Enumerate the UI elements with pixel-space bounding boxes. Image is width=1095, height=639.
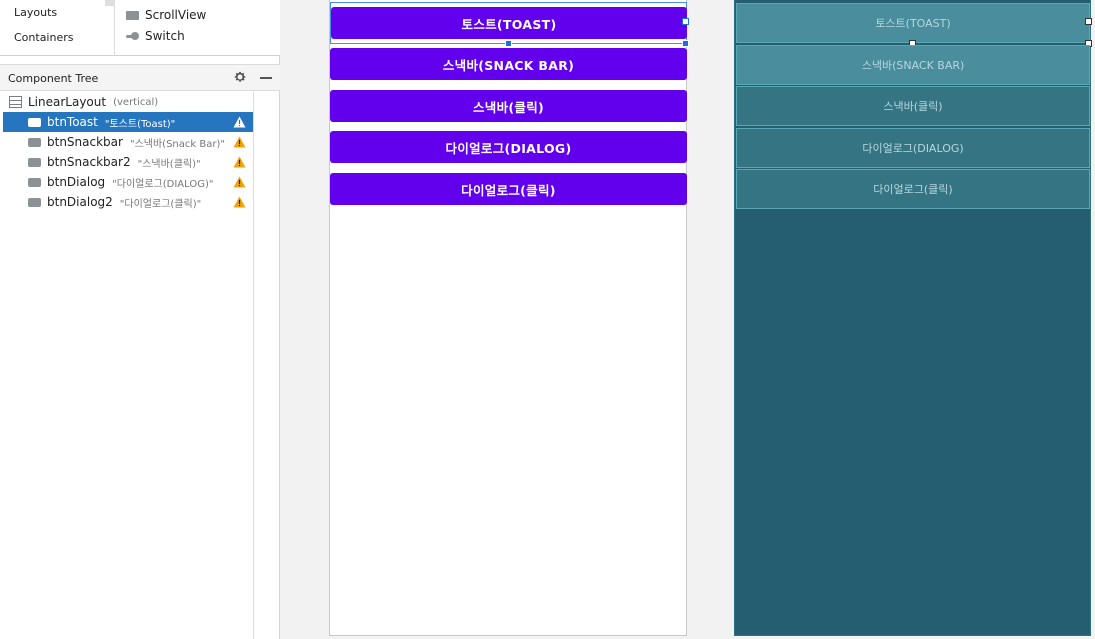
tree-row-btnsnackbar[interactable]: btnSnackbar "스낵바(Snack Bar)" [3, 132, 253, 152]
component-tree-header: Component Tree [0, 64, 280, 91]
design-button-toast[interactable]: 토스트(TOAST) [331, 7, 687, 39]
tree-row-btndialog[interactable]: btnDialog "다이얼로그(DIALOG)" [3, 172, 253, 192]
palette-item-switch[interactable]: Switch [126, 29, 185, 43]
tree-node-text: "다이얼로그(DIALOG)" [112, 178, 214, 190]
warning-icon[interactable] [233, 116, 246, 128]
component-tree: LinearLayout (vertical) btnToast "토스트(To… [0, 92, 254, 639]
blueprint-handle-right[interactable] [1085, 18, 1092, 25]
scrollview-icon [126, 10, 139, 20]
tree-node-text: "토스트(Toast)" [104, 118, 176, 130]
palette-category-containers[interactable]: Containers [14, 31, 74, 44]
palette-category-layouts[interactable]: Layouts [14, 6, 57, 19]
button-icon [28, 157, 41, 167]
warning-icon[interactable] [233, 196, 246, 208]
design-button-snackbar2[interactable]: 스낵바(클릭) [330, 90, 687, 122]
palette-item-label: ScrollView [145, 8, 207, 22]
palette-item-scrollview[interactable]: ScrollView [126, 8, 206, 22]
palette-item-label: Switch [145, 29, 185, 43]
resize-handle-bottom-right[interactable] [682, 40, 689, 47]
warning-icon[interactable] [233, 156, 246, 168]
tree-node-id: btnDialog2 [47, 195, 113, 209]
tree-node-text: "다이얼로그(클릭)" [119, 198, 202, 210]
tree-node-id: btnSnackbar [47, 135, 123, 149]
design-button-dialog[interactable]: 다이얼로그(DIALOG) [330, 131, 687, 163]
warning-icon[interactable] [233, 176, 246, 188]
button-icon [28, 137, 41, 147]
tree-row-btndialog2[interactable]: btnDialog2 "다이얼로그(클릭)" [3, 192, 253, 212]
palette-categories: Layouts Containers [0, 0, 115, 56]
switch-icon [126, 31, 139, 41]
tree-node-text: "스낵바(클릭)" [137, 158, 201, 170]
component-tree-title: Component Tree [8, 72, 99, 85]
tree-row-btntoast[interactable]: btnToast "토스트(Toast)" [3, 112, 253, 132]
blueprint-button-dialog2[interactable]: 다이얼로그(클릭) [736, 169, 1090, 209]
tree-node-id: btnSnackbar2 [47, 155, 131, 169]
tree-row-btnsnackbar2[interactable]: btnSnackbar2 "스낵바(클릭)" [3, 152, 253, 172]
tree-node-id: btnToast [47, 115, 98, 129]
tree-node-id: LinearLayout [28, 95, 107, 109]
tree-node-hint: (vertical) [113, 96, 159, 108]
palette-items: ScrollView Switch [115, 0, 280, 56]
palette-panel: Layouts Containers ScrollView Switch [0, 0, 280, 56]
blueprint-button-snackbar[interactable]: 스낵바(SNACK BAR) [736, 45, 1090, 85]
button-icon [28, 117, 41, 127]
palette-scrollbar[interactable] [105, 0, 115, 6]
button-icon [28, 197, 41, 207]
button-icon [28, 177, 41, 187]
warning-icon[interactable] [233, 136, 246, 148]
linearlayout-icon [9, 96, 22, 108]
tree-node-id: btnDialog [47, 175, 106, 189]
tree-row-linearlayout[interactable]: LinearLayout (vertical) [9, 92, 259, 112]
blueprint-button-dialog[interactable]: 다이얼로그(DIALOG) [736, 128, 1090, 168]
design-button-dialog2[interactable]: 다이얼로그(클릭) [330, 173, 687, 205]
design-surface[interactable]: 토스트(TOAST) 스낵바(SNACK BAR) 스낵바(클릭) 다이얼로그(… [329, 0, 689, 636]
design-button-snackbar[interactable]: 스낵바(SNACK BAR) [330, 48, 687, 80]
resize-handle-right[interactable] [682, 18, 689, 25]
blueprint-button-toast[interactable]: 토스트(TOAST) [736, 3, 1090, 43]
left-panel: Layouts Containers ScrollView Switch Com… [0, 0, 280, 639]
blueprint-surface[interactable]: 토스트(TOAST) 스낵바(SNACK BAR) 스낵바(클릭) 다이얼로그(… [734, 0, 1092, 636]
tree-node-text: "스낵바(Snack Bar)" [129, 138, 225, 150]
minimize-icon[interactable] [260, 77, 272, 79]
resize-handle-bottom[interactable] [505, 40, 512, 47]
blueprint-button-snackbar2[interactable]: 스낵바(클릭) [736, 86, 1090, 126]
gear-icon[interactable] [233, 70, 247, 84]
